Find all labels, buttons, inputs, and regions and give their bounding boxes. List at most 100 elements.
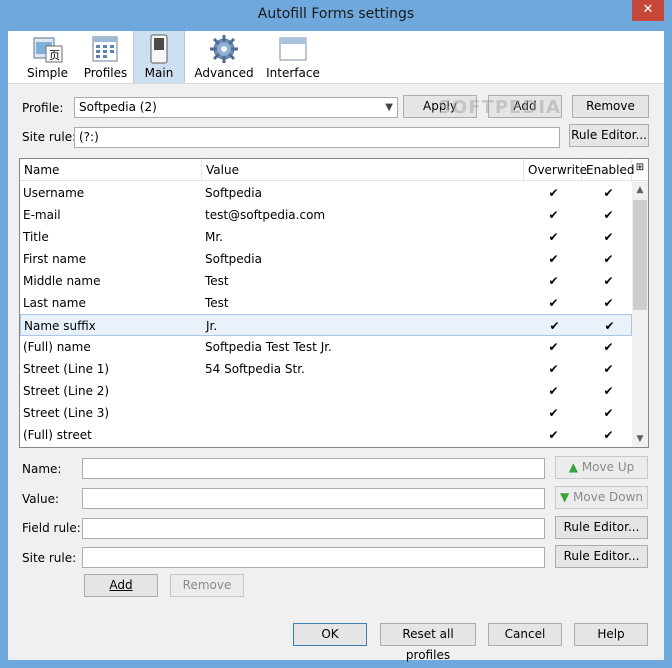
tab-interface-label: Interface xyxy=(266,66,320,80)
name-input[interactable] xyxy=(82,458,545,479)
simple-form-icon: 页 xyxy=(33,37,62,63)
enabled-checkbox[interactable]: ✔ xyxy=(602,226,615,248)
cell-name: First name xyxy=(23,252,87,266)
move-down-button[interactable]: ▼ Move Down xyxy=(555,486,648,509)
remove-profile-button[interactable]: Remove xyxy=(572,95,649,118)
profile-select[interactable]: Softpedia (2) ▼ xyxy=(74,97,398,118)
cell-value: Jr. xyxy=(206,319,218,333)
column-header-name[interactable]: Name xyxy=(20,159,202,181)
cell-name: E-mail xyxy=(23,208,61,222)
reset-all-profiles-button[interactable]: Reset all profiles xyxy=(380,623,476,662)
scrollbar-thumb[interactable] xyxy=(633,200,647,310)
enabled-checkbox[interactable]: ✔ xyxy=(602,424,615,446)
site-rule-editor-button[interactable]: Rule Editor... xyxy=(569,124,649,147)
svg-text:页: 页 xyxy=(49,49,60,62)
remove-field-button[interactable]: Remove xyxy=(170,574,244,597)
enabled-checkbox[interactable]: ✔ xyxy=(602,402,615,424)
table-row[interactable]: Street (Line 1) 54 Softpedia Str. ✔ ✔ xyxy=(20,358,632,380)
table-row[interactable]: Username Softpedia ✔ ✔ xyxy=(20,182,632,204)
cell-name: (Full) name xyxy=(23,340,91,354)
table-row[interactable]: Title Mr. ✔ ✔ xyxy=(20,226,632,248)
close-button[interactable]: ✕ xyxy=(632,0,664,21)
overwrite-checkbox[interactable]: ✔ xyxy=(547,424,560,446)
title-bar: Autofill Forms settings ✕ xyxy=(0,0,672,31)
overwrite-checkbox[interactable]: ✔ xyxy=(547,380,560,402)
overwrite-checkbox[interactable]: ✔ xyxy=(547,270,560,292)
table-row[interactable]: Street (Line 2) ✔ ✔ xyxy=(20,380,632,402)
arrow-down-icon: ▼ xyxy=(559,490,570,504)
table-row[interactable]: Last name Test ✔ ✔ xyxy=(20,292,632,314)
profiles-icon xyxy=(92,36,117,62)
editor-site-rule-label: Site rule: xyxy=(22,551,77,565)
column-picker-icon[interactable]: ⊞ xyxy=(633,162,647,176)
table-row[interactable]: Middle name Test ✔ ✔ xyxy=(20,270,632,292)
enabled-checkbox[interactable]: ✔ xyxy=(603,315,616,337)
cell-value: test@softpedia.com xyxy=(205,208,326,222)
table-row-selected[interactable]: Name suffix Jr. ✔ ✔ xyxy=(20,314,632,336)
gear-icon xyxy=(210,35,238,63)
enabled-checkbox[interactable]: ✔ xyxy=(602,270,615,292)
ok-button[interactable]: OK xyxy=(293,623,367,646)
cell-name: Last name xyxy=(23,296,86,310)
overwrite-checkbox[interactable]: ✔ xyxy=(547,204,560,226)
tab-main[interactable]: Main xyxy=(133,31,185,83)
add-field-button[interactable]: Add xyxy=(84,574,158,597)
table-row[interactable]: (Full) name Softpedia Test Test Jr. ✔ ✔ xyxy=(20,336,632,358)
tab-interface[interactable]: Interface xyxy=(263,31,323,83)
enabled-checkbox[interactable]: ✔ xyxy=(602,358,615,380)
editor-site-rule-editor-button[interactable]: Rule Editor... xyxy=(555,545,648,568)
column-header-value[interactable]: Value xyxy=(202,159,524,181)
table-row[interactable]: E-mail test@softpedia.com ✔ ✔ xyxy=(20,204,632,226)
enabled-checkbox[interactable]: ✔ xyxy=(602,336,615,358)
column-header-overwrite[interactable]: Overwrite xyxy=(524,159,587,181)
value-input[interactable] xyxy=(82,488,545,509)
enabled-checkbox[interactable]: ✔ xyxy=(602,182,615,204)
move-down-label: Move Down xyxy=(573,490,644,504)
arrow-up-icon: ▲ xyxy=(568,460,578,474)
table-row[interactable]: Street (Line 3) ✔ ✔ xyxy=(20,402,632,424)
table-row[interactable]: (Full) street ✔ ✔ xyxy=(20,424,632,446)
dialog-client: 页 Simple Profiles Main Advanced Interfac… xyxy=(8,31,664,662)
cell-name: Name suffix xyxy=(24,319,96,333)
scroll-down-icon[interactable]: ▼ xyxy=(632,431,648,447)
cell-name: Title xyxy=(23,230,49,244)
overwrite-checkbox[interactable]: ✔ xyxy=(547,182,560,204)
cell-name: Username xyxy=(23,186,85,200)
column-header-enabled[interactable]: Enabled xyxy=(582,159,635,181)
tab-simple-label: Simple xyxy=(27,66,68,80)
help-button[interactable]: Help xyxy=(574,623,648,646)
dialog-window: Autofill Forms settings ✕ 页 Simple Profi… xyxy=(0,0,672,668)
enabled-checkbox[interactable]: ✔ xyxy=(602,248,615,270)
overwrite-checkbox[interactable]: ✔ xyxy=(547,248,560,270)
overwrite-checkbox[interactable]: ✔ xyxy=(547,226,560,248)
cell-value: Mr. xyxy=(205,230,223,244)
tab-advanced[interactable]: Advanced xyxy=(194,31,254,83)
enabled-checkbox[interactable]: ✔ xyxy=(602,380,615,402)
main-toggle-icon xyxy=(150,34,168,64)
category-toolbar: 页 Simple Profiles Main Advanced Interfac… xyxy=(8,31,664,84)
overwrite-checkbox[interactable]: ✔ xyxy=(547,336,560,358)
cell-value: 54 Softpedia Str. xyxy=(205,362,305,376)
tab-simple[interactable]: 页 Simple xyxy=(20,31,75,83)
cell-name: Middle name xyxy=(23,274,101,288)
editor-site-rule-input[interactable] xyxy=(82,547,545,568)
table-scrollbar[interactable]: ▲ ▼ xyxy=(632,182,648,447)
site-rule-input[interactable]: (?:) xyxy=(74,127,560,148)
enabled-checkbox[interactable]: ✔ xyxy=(602,292,615,314)
table-row[interactable]: First name Softpedia ✔ ✔ xyxy=(20,248,632,270)
field-rule-input[interactable] xyxy=(82,518,545,539)
field-rule-editor-button[interactable]: Rule Editor... xyxy=(555,516,648,539)
cell-name: Street (Line 3) xyxy=(23,406,110,420)
enabled-checkbox[interactable]: ✔ xyxy=(602,204,615,226)
scroll-up-icon[interactable]: ▲ xyxy=(632,182,648,198)
overwrite-checkbox[interactable]: ✔ xyxy=(547,292,560,314)
tab-profiles-label: Profiles xyxy=(83,66,128,80)
move-up-button[interactable]: ▲ Move Up xyxy=(555,456,648,479)
cancel-button[interactable]: Cancel xyxy=(488,623,562,646)
overwrite-checkbox[interactable]: ✔ xyxy=(547,402,560,424)
field-rule-label: Field rule: xyxy=(22,521,81,535)
profile-select-value: Softpedia (2) xyxy=(79,100,157,114)
overwrite-checkbox[interactable]: ✔ xyxy=(548,315,561,337)
tab-profiles[interactable]: Profiles xyxy=(78,31,133,83)
overwrite-checkbox[interactable]: ✔ xyxy=(547,358,560,380)
